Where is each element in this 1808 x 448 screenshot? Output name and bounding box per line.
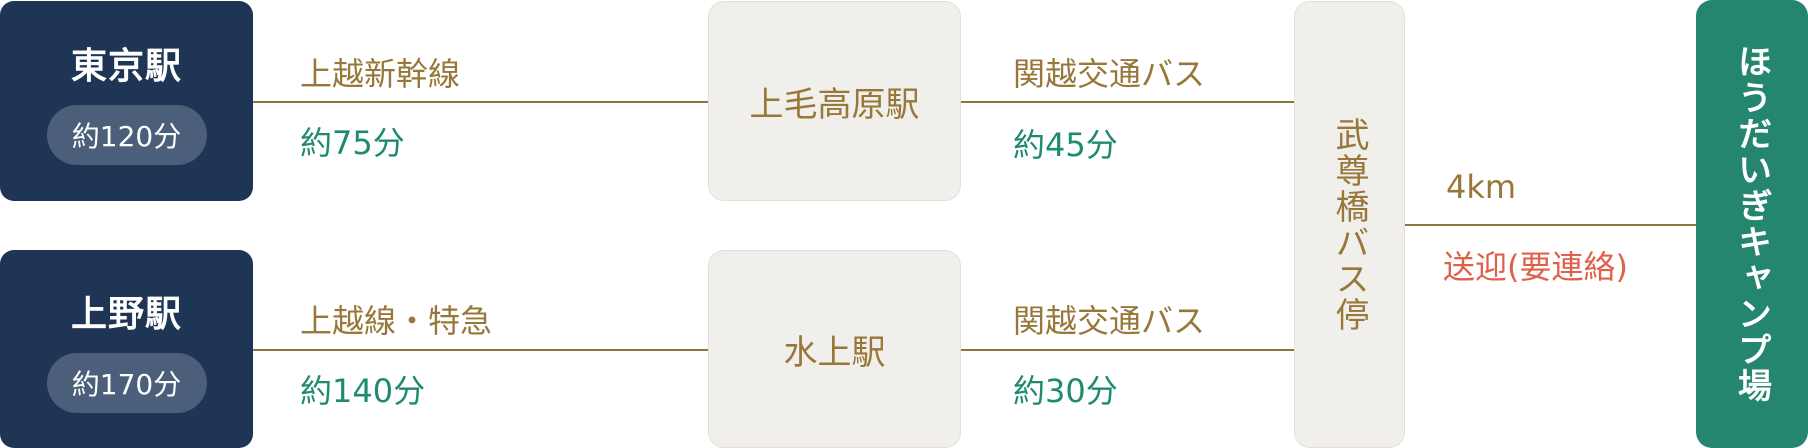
transport-mode-label: 上越線・特急 [300, 302, 493, 340]
travel-time-label: 約140分 [300, 372, 426, 410]
origin-ueno-station: 上野駅 約170分 [0, 250, 253, 448]
connector-line [961, 101, 1294, 103]
pickup-note-label: 送迎(要連絡) [1443, 248, 1628, 286]
origin-name: 上野駅 [70, 294, 182, 335]
origin-tokyo-station: 東京駅 約120分 [0, 1, 253, 201]
route-diagram: 東京駅 約120分 上野駅 約170分 上越新幹線 約75分 上越線・特急 約1… [0, 0, 1808, 448]
distance-label: 4km [1446, 168, 1517, 206]
travel-time-label: 約75分 [300, 124, 405, 162]
connector-line [1405, 224, 1696, 226]
total-time-badge: 約120分 [46, 105, 207, 165]
destination-campsite: ほうだいぎキャンプ場 [1696, 0, 1808, 448]
transport-mode-label: 関越交通バス [1013, 55, 1206, 93]
connector-line [253, 349, 708, 351]
destination-label: ほうだいぎキャンプ場 [1731, 44, 1772, 404]
transport-mode-label: 上越新幹線 [300, 55, 461, 93]
travel-time-label: 約45分 [1013, 126, 1118, 164]
station-minakami: 水上駅 [708, 250, 961, 448]
origin-name: 東京駅 [70, 46, 182, 87]
total-time-badge: 約170分 [46, 353, 207, 413]
travel-time-label: 約30分 [1013, 372, 1118, 410]
connector-line [961, 349, 1294, 351]
connector-line [253, 101, 708, 103]
transport-mode-label: 関越交通バス [1013, 302, 1206, 340]
bus-stop-label: 武尊橋バス停 [1329, 116, 1369, 333]
station-jomokogen: 上毛高原駅 [708, 1, 961, 201]
bus-stop-hotakabashi: 武尊橋バス停 [1294, 1, 1405, 448]
